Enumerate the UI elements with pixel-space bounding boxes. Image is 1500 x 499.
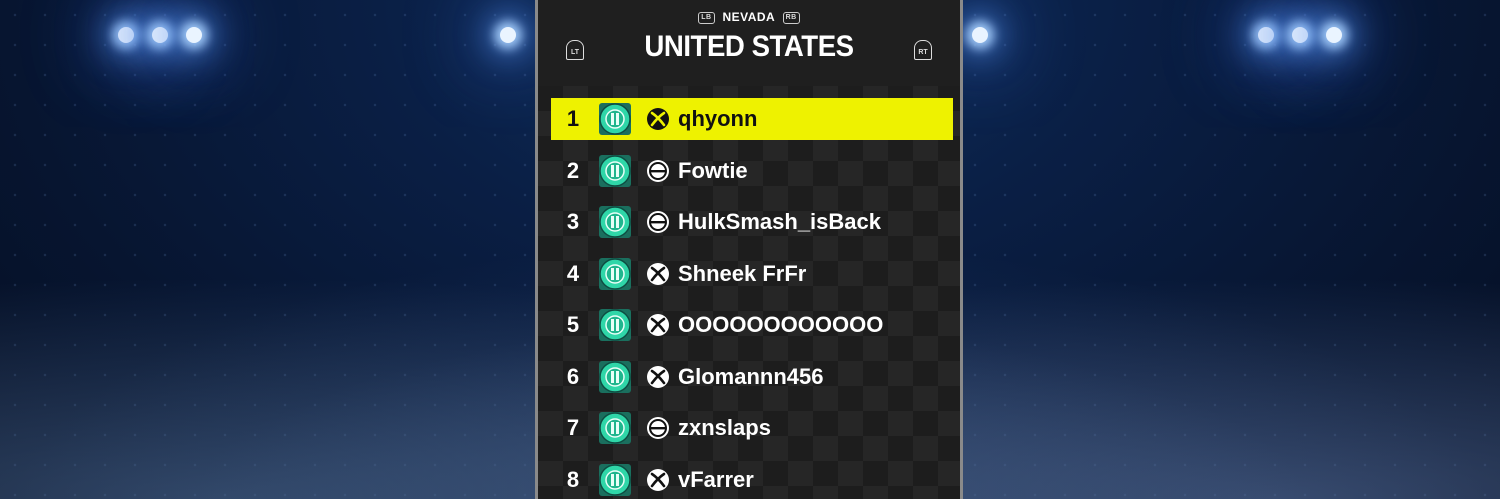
xbox-icon (646, 365, 670, 389)
leaderboard-row[interactable]: 3 HulkSmash_isBack (551, 201, 953, 243)
rank-badge-icon (598, 205, 632, 239)
xbox-icon (646, 262, 670, 286)
xbox-icon (646, 107, 670, 131)
region-name: NEVADA (722, 10, 775, 24)
stadium-light (118, 27, 134, 43)
player-name: OOOOOOOOOOOO (678, 312, 884, 337)
rank-number: 8 (566, 466, 580, 492)
rank-number: 7 (566, 415, 580, 440)
panel-header: LB NEVADA RB UNITED STATES LT RT (538, 0, 960, 86)
rank-badge-icon (598, 463, 632, 497)
rank-number: 6 (566, 363, 580, 389)
leaderboard-row[interactable]: 7 zxnslaps (551, 407, 953, 449)
leaderboard-row[interactable]: 1 qhyonn (551, 98, 953, 140)
player-name: Shneek FrFr (678, 260, 807, 286)
stadium-light (1292, 27, 1308, 43)
stadium-light (1258, 27, 1274, 43)
epic-games-icon (646, 416, 670, 440)
xbox-icon (646, 468, 670, 492)
rank-number: 3 (566, 209, 580, 234)
rt-trigger-hint[interactable]: RT (914, 40, 932, 60)
stadium-light (500, 27, 516, 43)
stadium-light (186, 27, 202, 43)
rank-number: 4 (566, 260, 580, 286)
stadium-light (972, 27, 988, 43)
rank-badge-icon (598, 411, 632, 445)
player-name: Glomannn456 (678, 363, 824, 389)
lt-trigger-hint[interactable]: LT (566, 40, 584, 60)
player-name: HulkSmash_isBack (678, 209, 881, 234)
leaderboard-row[interactable]: 5 OOOOOOOOOOOO (551, 304, 953, 346)
player-name: Fowtie (678, 157, 748, 183)
leaderboard-list: 1 qhyonn 2 Fowtie 3 HulkSmash_isBack 4 Shne… (538, 86, 960, 499)
player-name: zxnslaps (678, 415, 771, 440)
leaderboard-row[interactable]: 4 Shneek FrFr (551, 253, 953, 295)
epic-games-icon (646, 210, 670, 234)
region-selector[interactable]: LB NEVADA RB (538, 10, 960, 24)
lb-button-hint[interactable]: LB (698, 11, 715, 24)
rank-badge-icon (598, 360, 632, 394)
rb-button-hint[interactable]: RB (782, 11, 800, 24)
xbox-icon (646, 313, 670, 337)
player-name: vFarrer (678, 466, 754, 492)
rank-number: 5 (566, 312, 580, 337)
leaderboard-row[interactable]: 8 vFarrer (551, 459, 953, 499)
stadium-light (152, 27, 168, 43)
rank-badge-icon (598, 102, 632, 136)
rank-number: 2 (566, 157, 580, 183)
epic-games-icon (646, 159, 670, 183)
rank-badge-icon (598, 257, 632, 291)
leaderboard-row[interactable]: 6 Glomannn456 (551, 356, 953, 398)
rank-number: 1 (566, 106, 580, 131)
stadium-light (1326, 27, 1342, 43)
player-name: qhyonn (678, 106, 758, 131)
page-title: UNITED STATES (644, 30, 854, 63)
leaderboard-panel: LB NEVADA RB UNITED STATES LT RT 1 qhyon… (535, 0, 963, 499)
rank-badge-icon (598, 154, 632, 188)
leaderboard-row[interactable]: 2 Fowtie (551, 150, 953, 192)
rank-badge-icon (598, 308, 632, 342)
